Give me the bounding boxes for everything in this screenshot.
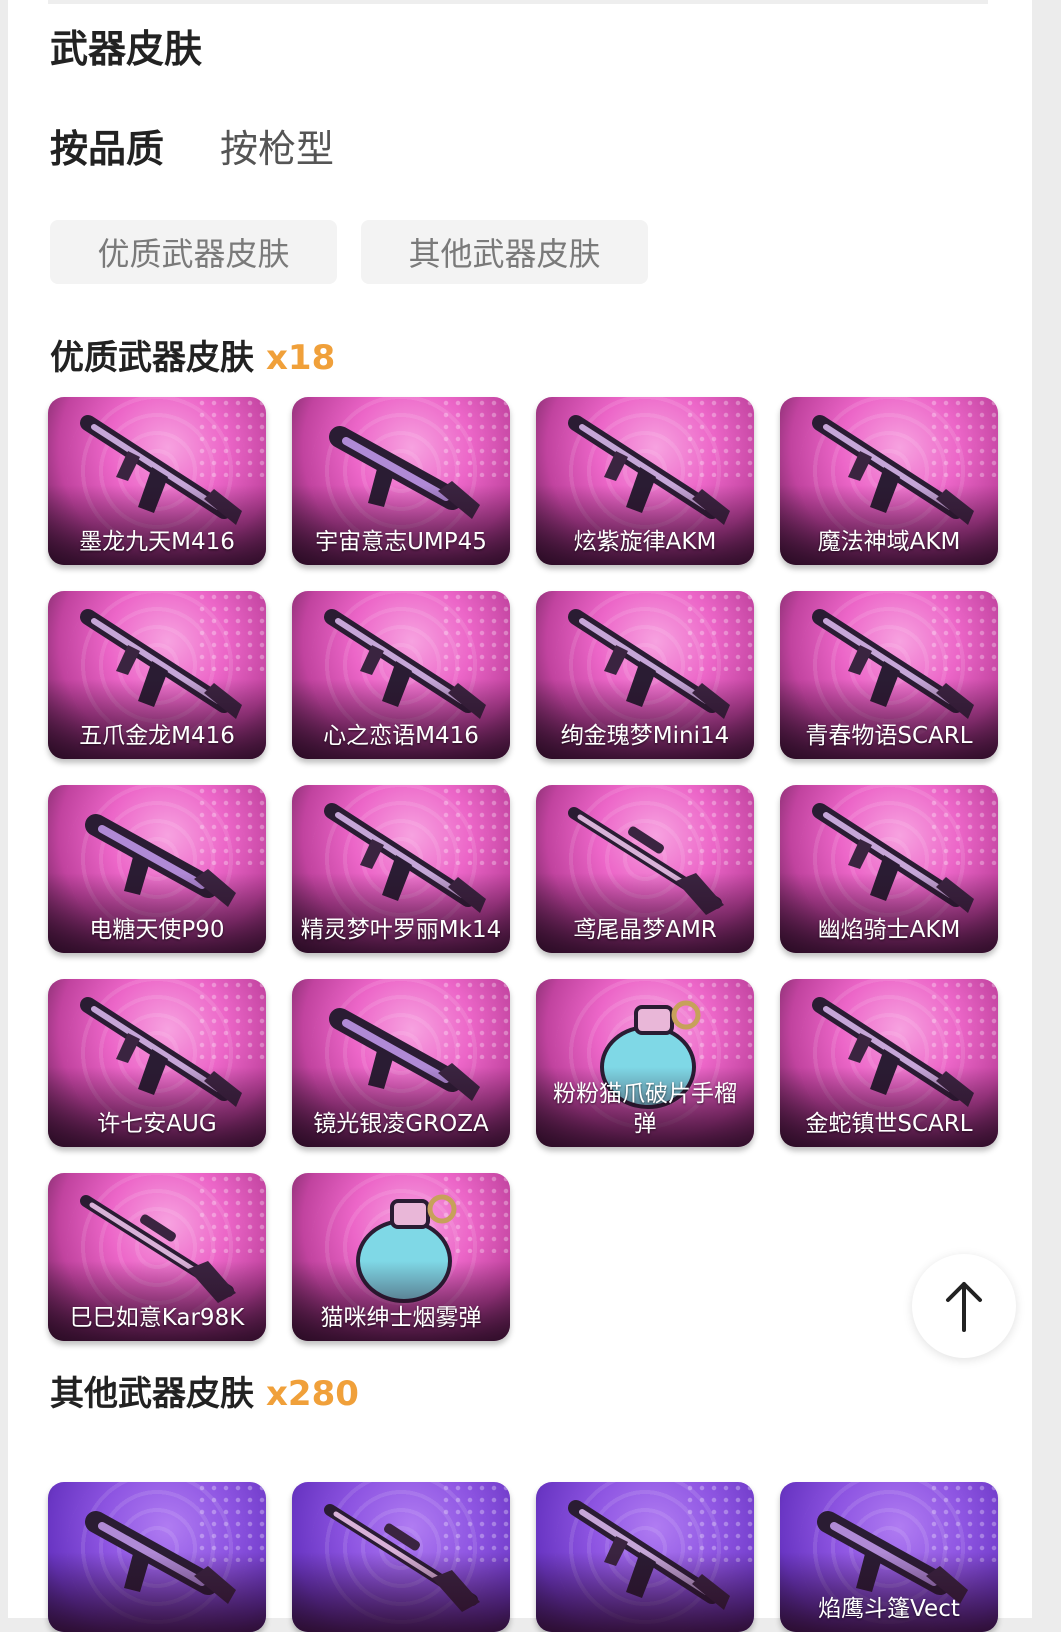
other-skin-grid: 焰鹰斗篷Vect xyxy=(48,1482,998,1632)
premium-skin-card[interactable]: 粉粉猫爪破片手榴弹 xyxy=(536,979,754,1147)
premium-skin-card[interactable]: 墨龙九天M416 xyxy=(48,397,266,565)
other-skin-card[interactable] xyxy=(292,1482,510,1632)
premium-skin-card[interactable]: 炫紫旋律AKM xyxy=(536,397,754,565)
other-section-title: 其他武器皮肤 xyxy=(50,1374,254,1414)
filter-premium-skins[interactable]: 优质武器皮肤 xyxy=(50,220,337,284)
premium-skin-grid: 墨龙九天M416 宇宙意志UMP45 炫紫旋律AKM 魔法神域AKM 五爪金龙M416 心… xyxy=(48,397,998,1341)
premium-skin-card[interactable]: 鸢尾晶梦AMR xyxy=(536,785,754,953)
skin-name: 焰鹰斗篷Vect xyxy=(818,1596,960,1622)
other-skin-card[interactable] xyxy=(48,1482,266,1632)
premium-section-header: 优质武器皮肤 x18 xyxy=(50,330,335,379)
filter-other-skins[interactable]: 其他武器皮肤 xyxy=(361,220,648,284)
tab-by-gun-type[interactable]: 按枪型 xyxy=(220,118,334,173)
tab-by-quality[interactable]: 按品质 xyxy=(50,118,164,173)
skin-name: 宇宙意志UMP45 xyxy=(315,529,487,555)
skin-name: 粉粉猫爪破片手榴弹 xyxy=(553,1081,737,1137)
skin-name: 幽焰骑士AKM xyxy=(817,917,961,943)
skin-name: 青春物语SCARL xyxy=(805,723,973,749)
arrow-up-icon xyxy=(946,1282,982,1332)
skin-name: 巳巳如意Kar98K xyxy=(69,1305,245,1331)
premium-skin-card[interactable]: 许七安AUG xyxy=(48,979,266,1147)
back-to-top-button[interactable] xyxy=(912,1254,1016,1358)
skin-name: 鸢尾晶梦AMR xyxy=(573,917,717,943)
premium-section-count: x18 xyxy=(266,338,336,378)
card-shade xyxy=(48,1552,266,1632)
premium-skin-card[interactable]: 幽焰骑士AKM xyxy=(780,785,998,953)
premium-skin-card[interactable]: 心之恋语M416 xyxy=(292,591,510,759)
skin-name: 猫咪绅士烟雾弹 xyxy=(320,1305,482,1331)
filter-chips: 优质武器皮肤 其他武器皮肤 xyxy=(50,220,648,284)
premium-skin-card[interactable]: 电糖天使P90 xyxy=(48,785,266,953)
other-section-header: 其他武器皮肤 x280 xyxy=(50,1366,359,1415)
other-section-count: x280 xyxy=(266,1374,359,1414)
premium-skin-card[interactable]: 猫咪绅士烟雾弹 xyxy=(292,1173,510,1341)
skin-name: 金蛇镇世SCARL xyxy=(805,1111,973,1137)
skin-name: 绚金瑰梦Mini14 xyxy=(560,723,730,749)
skin-name: 心之恋语M416 xyxy=(323,723,479,749)
card-shade xyxy=(292,1552,510,1632)
skin-name: 镜光银凌GROZA xyxy=(313,1111,489,1137)
premium-skin-card[interactable]: 精灵梦叶罗丽Mk14 xyxy=(292,785,510,953)
skin-name: 魔法神域AKM xyxy=(817,529,961,555)
premium-skin-card[interactable]: 镜光银凌GROZA xyxy=(292,979,510,1147)
premium-section-title: 优质武器皮肤 xyxy=(50,338,254,378)
top-divider xyxy=(48,0,988,4)
premium-skin-card[interactable]: 五爪金龙M416 xyxy=(48,591,266,759)
premium-skin-card[interactable]: 魔法神域AKM xyxy=(780,397,998,565)
skin-name: 炫紫旋律AKM xyxy=(573,529,717,555)
premium-skin-card[interactable]: 宇宙意志UMP45 xyxy=(292,397,510,565)
premium-skin-card[interactable]: 金蛇镇世SCARL xyxy=(780,979,998,1147)
page-title: 武器皮肤 xyxy=(50,27,203,71)
other-skin-card[interactable]: 焰鹰斗篷Vect xyxy=(780,1482,998,1632)
other-skin-card[interactable] xyxy=(536,1482,754,1632)
skin-name: 五爪金龙M416 xyxy=(79,723,235,749)
skin-name: 墨龙九天M416 xyxy=(79,529,235,555)
premium-skin-card[interactable]: 青春物语SCARL xyxy=(780,591,998,759)
card-shade xyxy=(536,1552,754,1632)
premium-skin-card[interactable]: 绚金瑰梦Mini14 xyxy=(536,591,754,759)
skin-name: 许七安AUG xyxy=(97,1111,217,1137)
sort-tabs: 按品质 按枪型 xyxy=(50,118,334,173)
skin-name: 电糖天使P90 xyxy=(89,917,225,943)
premium-skin-card[interactable]: 巳巳如意Kar98K xyxy=(48,1173,266,1341)
skin-name: 精灵梦叶罗丽Mk14 xyxy=(300,917,502,943)
